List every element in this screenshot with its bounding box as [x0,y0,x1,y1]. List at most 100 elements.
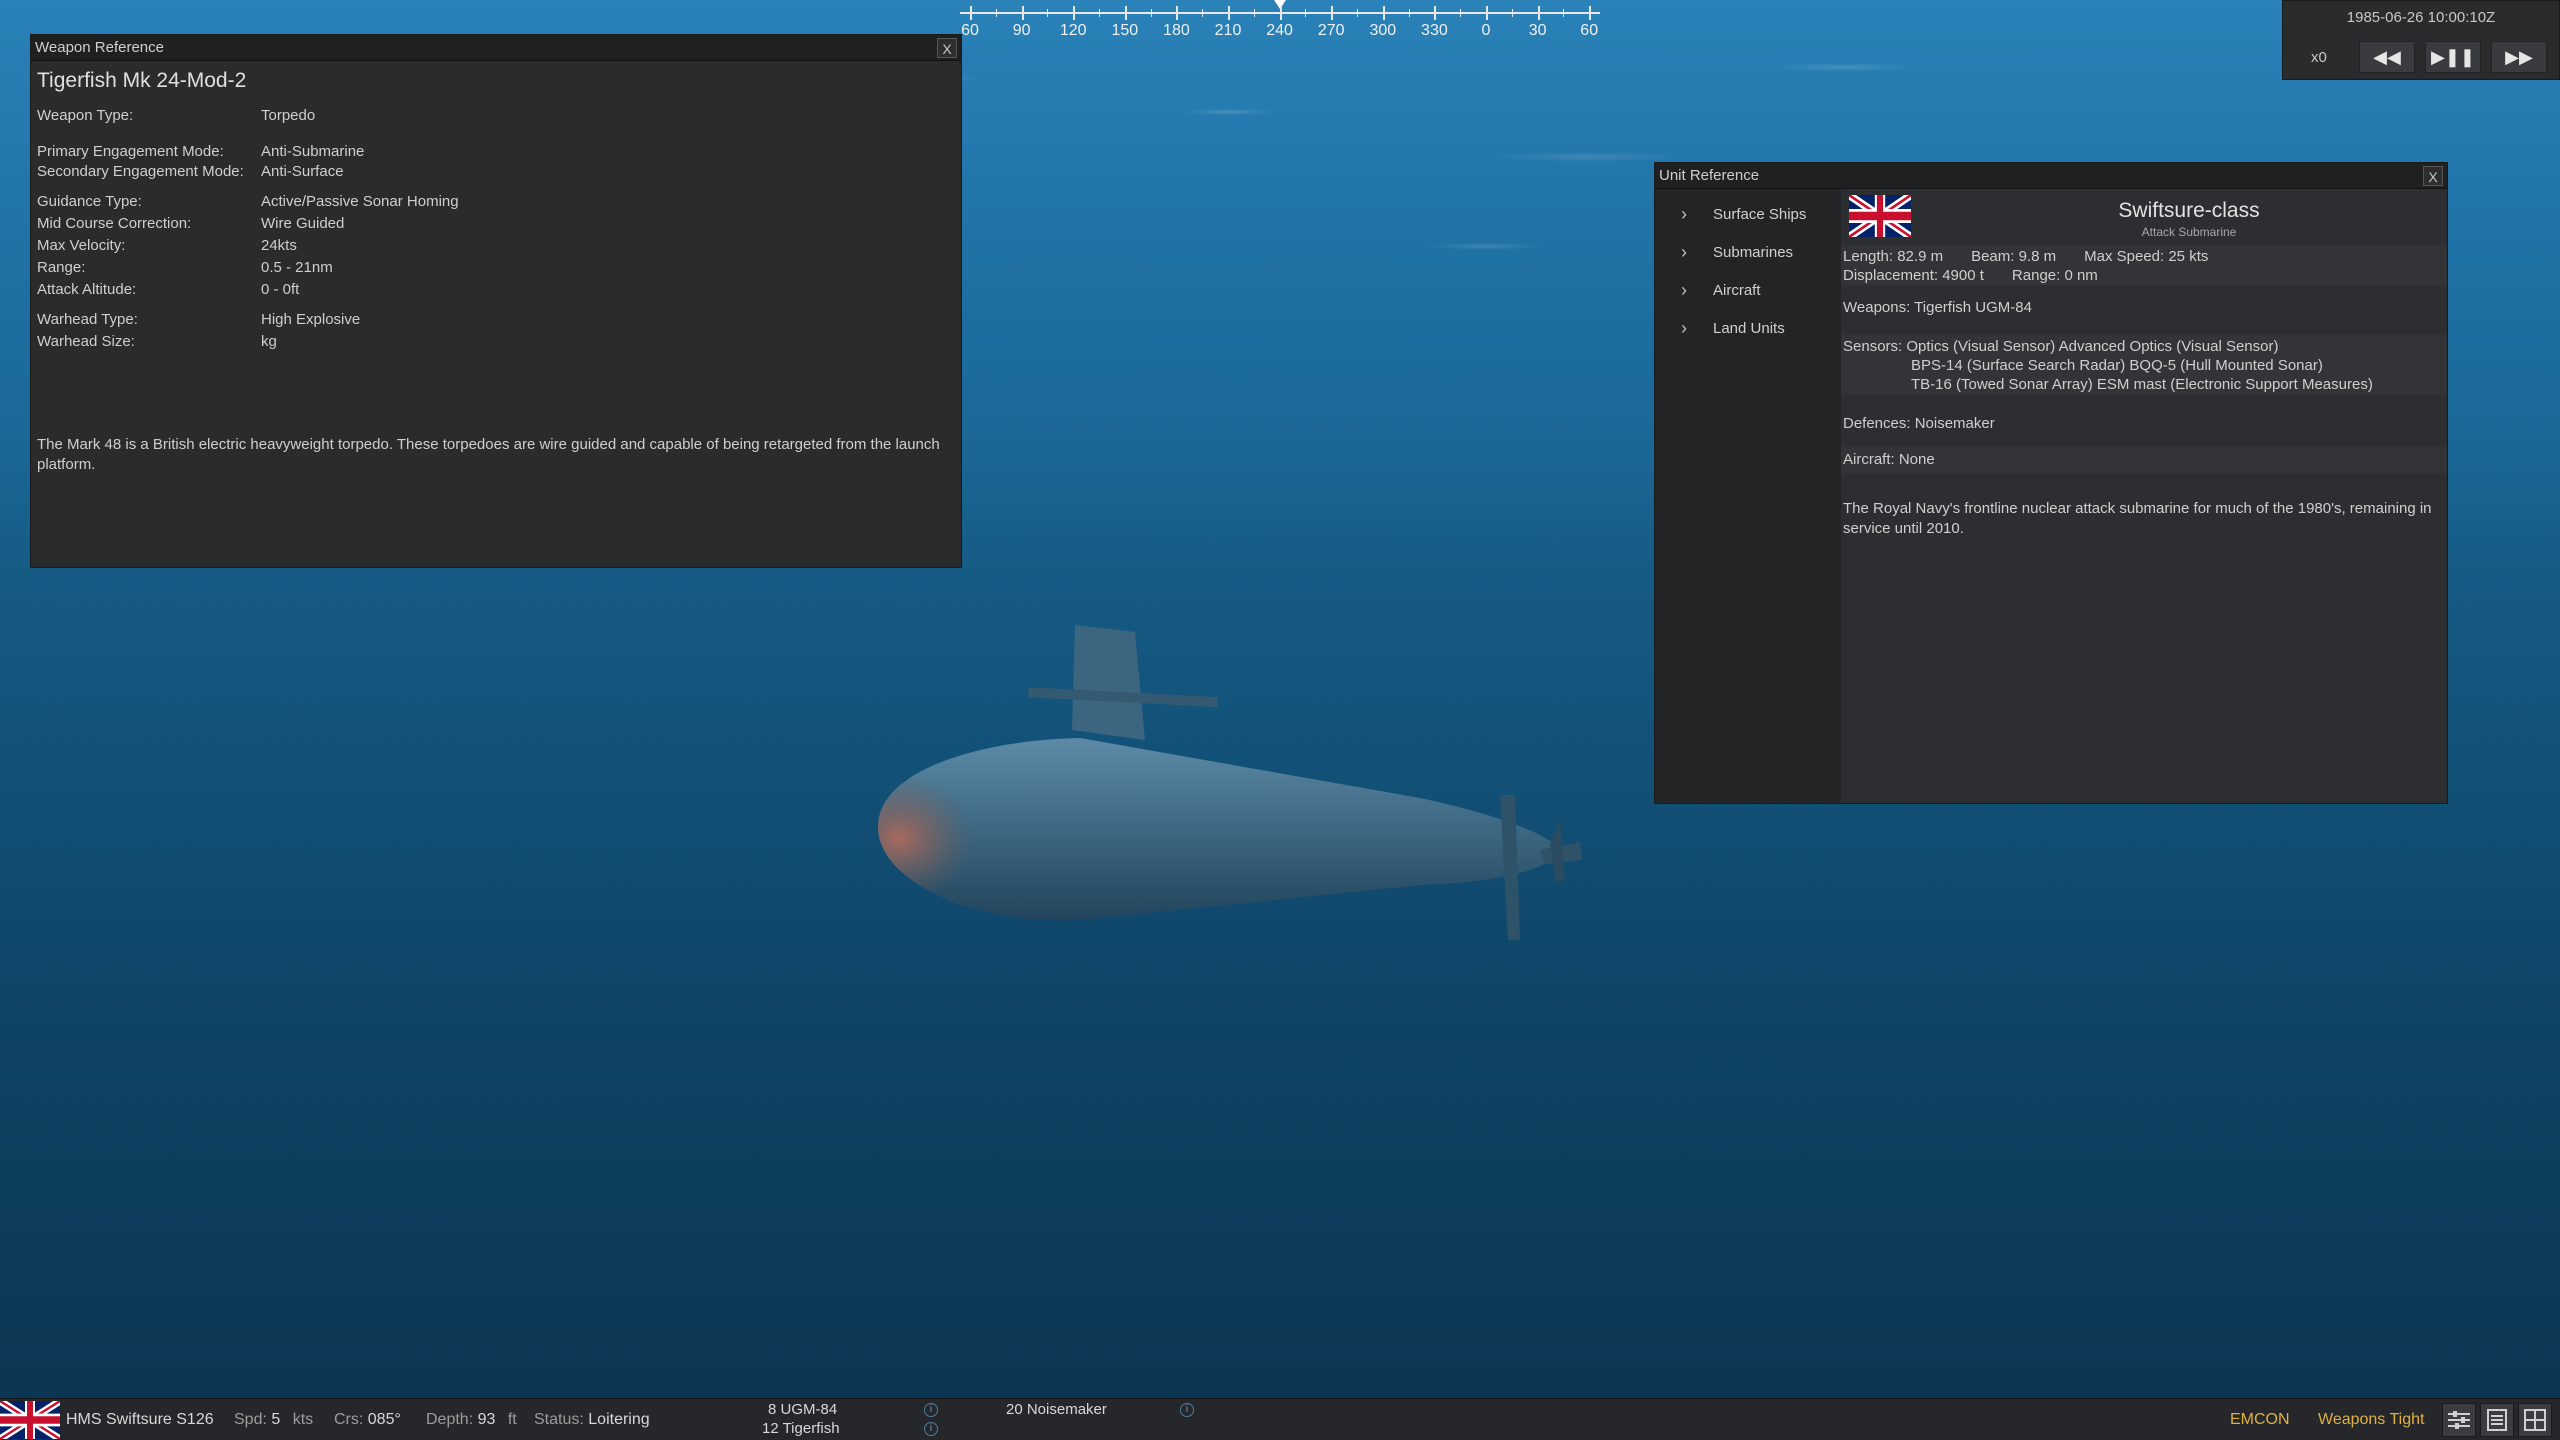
compass-minor-tick [995,9,997,17]
rewind-button[interactable]: ◀◀ [2359,41,2415,73]
weapon-field-label: Secondary Engagement Mode: [37,163,244,180]
chevron-right-icon: › [1681,317,1687,338]
info-icon[interactable]: i [924,1403,938,1417]
weapon-field-row: Mid Course Correction: Wire Guided [37,215,344,232]
weapon-field-value: 0.5 - 21nm [261,259,333,276]
close-button[interactable]: X [2423,165,2443,186]
compass-tick [1021,6,1024,20]
submarine-3d-view[interactable] [860,620,1610,950]
weapon-field-value: kg [261,333,277,350]
weapon-field-label: Attack Altitude: [37,281,137,298]
weapon-name: Tigerfish Mk 24-Mod-2 [37,69,247,92]
unit-panel-titlebar[interactable]: Unit Reference X [1655,163,2447,189]
compass-heading-label: 240 [1266,22,1293,39]
weapons-state-button[interactable]: Weapons Tight [2318,1411,2424,1429]
speed-unit: kts [292,1411,314,1428]
weapon-field-label: Max Velocity: [37,237,126,254]
rewind-icon: ◀◀ [2373,47,2401,67]
sliders-icon[interactable] [2442,1403,2476,1437]
chevron-right-icon: › [1681,241,1687,262]
game-datetime: 1985-06-26 10:00:10Z [2346,9,2496,26]
unit-description: The Royal Navy's frontline nuclear attac… [1843,500,2432,537]
status-value: Loitering [588,1411,650,1428]
heading-compass[interactable]: 60 90 120 150 180 210 240 270 300 330 0 30 60 [960,0,1600,44]
unit-defences: Defences: Noisemaker [1843,415,1995,432]
weapon-field-value: Wire Guided [261,215,345,232]
grid-icon[interactable] [2518,1403,2552,1437]
nav-item-land-units[interactable]: › Land Units [1655,309,1841,347]
compass-tick [1434,6,1437,20]
weapon-field-value: Anti-Surface [261,163,344,180]
unit-beam: Beam: 9.8 m [1971,248,2057,265]
compass-tick [1382,6,1385,20]
unit-length: Length: 82.9 m [1843,248,1944,265]
unit-range: Range: 0 nm [2011,267,2098,284]
unit-max-speed: Max Speed: 25 kts [2084,248,2209,265]
nav-item-aircraft[interactable]: › Aircraft [1655,271,1841,309]
weapon-field-label: Primary Engagement Mode: [37,143,224,160]
compass-heading-label: 120 [1059,22,1087,39]
course-label: Crs: [334,1411,364,1428]
depth-value: 93 [477,1411,496,1428]
close-button[interactable]: X [937,37,957,58]
unit-aircraft: Aircraft: None [1841,447,2447,473]
unit-displacement: Displacement: 4900 t [1843,267,1984,284]
fast-forward-icon: ▶▶ [2505,47,2533,67]
compass-heading-label: 60 [1580,22,1599,39]
weapon-field-label: Range: [37,259,86,276]
compass-minor-tick [1150,9,1152,17]
compass-minor-tick [1047,9,1049,17]
weapon-field-row: Primary Engagement Mode: Anti-Submarine [37,143,364,160]
weapon-field-label: Warhead Type: [37,311,138,328]
compass-tick [1486,6,1488,20]
compass-tick [1073,6,1076,20]
compass-heading-label: 0 [1481,22,1491,39]
countermeasure-loadout[interactable]: 20 Noisemaker [1006,1401,1107,1418]
compass-heading-label: 330 [1421,22,1448,39]
play-pause-icon: ▶❚❚ [2430,47,2475,67]
unit-reference-panel[interactable]: Unit Reference X › Surface Ships › Submari… [1654,162,2448,804]
nav-item-submarines[interactable]: › Submarines [1655,233,1841,271]
info-icon[interactable]: i [1180,1403,1194,1417]
list-icon[interactable] [2480,1403,2514,1437]
weapon-field-value: High Explosive [261,311,361,328]
compass-heading-label: 90 [1012,22,1031,39]
selected-unit-name[interactable]: HMS Swiftsure S126 [66,1411,214,1429]
nav-item-surface-ships[interactable]: › Surface Ships [1655,195,1841,233]
weapon-field-value: Active/Passive Sonar Homing [261,193,459,210]
course-value: 085° [367,1411,401,1428]
time-control-panel: 1985-06-26 10:00:10Z x0 ◀◀ ▶❚❚ ▶▶ [2282,0,2560,80]
compass-tick [1331,6,1334,20]
chevron-right-icon: › [1681,203,1687,224]
compass-heading-label: 300 [1369,22,1397,39]
weapon-field-row: Guidance Type: Active/Passive Sonar Homin… [37,193,459,210]
weapon-loadout-ugm84[interactable]: 8 UGM-84 [768,1401,837,1418]
weapon-field-row: Secondary Engagement Mode: Anti-Surface [37,163,344,180]
weapon-field-label: Warhead Size: [37,333,135,350]
weapon-reference-panel[interactable]: Weapon Reference X Tigerfish Mk 24-Mod-2… [30,34,962,568]
weapon-field-row: Warhead Size: kg [37,333,277,350]
fast-forward-button[interactable]: ▶▶ [2491,41,2547,73]
unit-weapons: Weapons: Tigerfish UGM-84 [1843,299,2032,316]
weapon-field-row: Range: 0.5 - 21nm [37,259,333,276]
weapon-field-row: Warhead Type: High Explosive [37,311,360,328]
unit-type: Attack Submarine [2141,225,2237,239]
unit-sensors: Sensors: Optics (Visual Sensor) Advanced… [1841,335,2447,395]
emcon-button[interactable]: EMCON [2230,1411,2290,1429]
unit-details: Swiftsure-class Attack Submarine Length:… [1841,189,2447,803]
weapon-panel-titlebar[interactable]: Weapon Reference X [31,35,961,61]
compass-minor-tick [1563,9,1565,17]
depth-label: Depth: [426,1411,474,1428]
compass-minor-tick [1305,9,1307,17]
compass-minor-tick [1460,9,1462,17]
weapon-loadout-tigerfish[interactable]: 12 Tigerfish [762,1420,840,1437]
weapon-field-row: Attack Altitude: 0 - 0ft [37,281,299,298]
time-compression-label: x0 [2311,49,2327,66]
status-label: Status: [534,1411,584,1428]
info-icon[interactable]: i [924,1422,938,1436]
weapon-field-value: 0 - 0ft [261,281,300,298]
play-pause-button[interactable]: ▶❚❚ [2425,41,2481,73]
unit-class-name: Swiftsure-class [2118,199,2260,222]
weapon-field-label: Guidance Type: [37,193,142,210]
speed-label: Spd: [234,1411,267,1428]
